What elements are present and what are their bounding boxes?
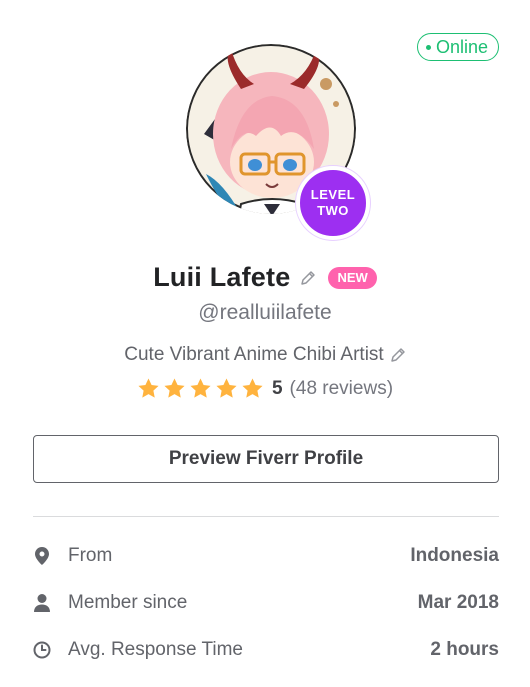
location-pin-icon xyxy=(33,547,51,565)
username: @realluiilafete xyxy=(198,301,332,324)
user-icon xyxy=(33,594,51,612)
edit-tagline-pencil-icon[interactable] xyxy=(390,347,406,363)
divider xyxy=(33,516,499,517)
star-icon xyxy=(164,378,185,398)
level-line1: LEVEL xyxy=(310,187,356,202)
stat-label: Avg. Response Time xyxy=(68,639,243,660)
stat-value: Indonesia xyxy=(410,545,499,566)
rating-value: 5 xyxy=(271,377,283,399)
edit-name-pencil-icon[interactable] xyxy=(300,270,316,286)
star-icon xyxy=(190,378,211,398)
review-count[interactable]: (48 reviews) xyxy=(290,378,393,400)
tagline-row: Cute Vibrant Anime Chibi Artist xyxy=(0,344,530,366)
seller-level-badge: LEVEL TWO xyxy=(296,166,370,240)
tagline: Cute Vibrant Anime Chibi Artist xyxy=(124,344,384,365)
stat-row-member-since: Member since Mar 2018 xyxy=(33,588,499,618)
online-status-badge: Online xyxy=(416,33,499,61)
stat-row-from: From Indonesia xyxy=(33,541,499,571)
rating-row: 5 (48 reviews) xyxy=(0,377,530,400)
online-dot-icon xyxy=(425,44,431,50)
seller-name: Luii Lafete xyxy=(153,262,291,292)
level-line2: TWO xyxy=(317,203,349,218)
clock-icon xyxy=(33,641,51,659)
stat-value: 2 hours xyxy=(430,639,499,660)
star-rating xyxy=(137,377,264,400)
name-row: Luii Lafete NEW xyxy=(0,262,530,293)
stat-row-response-time: Avg. Response Time 2 hours xyxy=(33,635,499,665)
online-label: Online xyxy=(435,36,488,57)
new-seller-badge: NEW xyxy=(328,266,377,289)
star-icon xyxy=(242,378,263,398)
stat-label: Member since xyxy=(68,592,188,613)
stat-label: From xyxy=(68,545,113,566)
seller-profile-card: Online LEVEL TWO Luii Lafete NEW @reallu… xyxy=(0,0,530,687)
preview-fiverr-profile-button[interactable]: Preview Fiverr Profile xyxy=(33,435,499,483)
stat-value: Mar 2018 xyxy=(417,592,499,613)
star-icon xyxy=(138,378,159,398)
star-icon xyxy=(216,378,237,398)
avatar-container: LEVEL TWO xyxy=(170,38,370,243)
